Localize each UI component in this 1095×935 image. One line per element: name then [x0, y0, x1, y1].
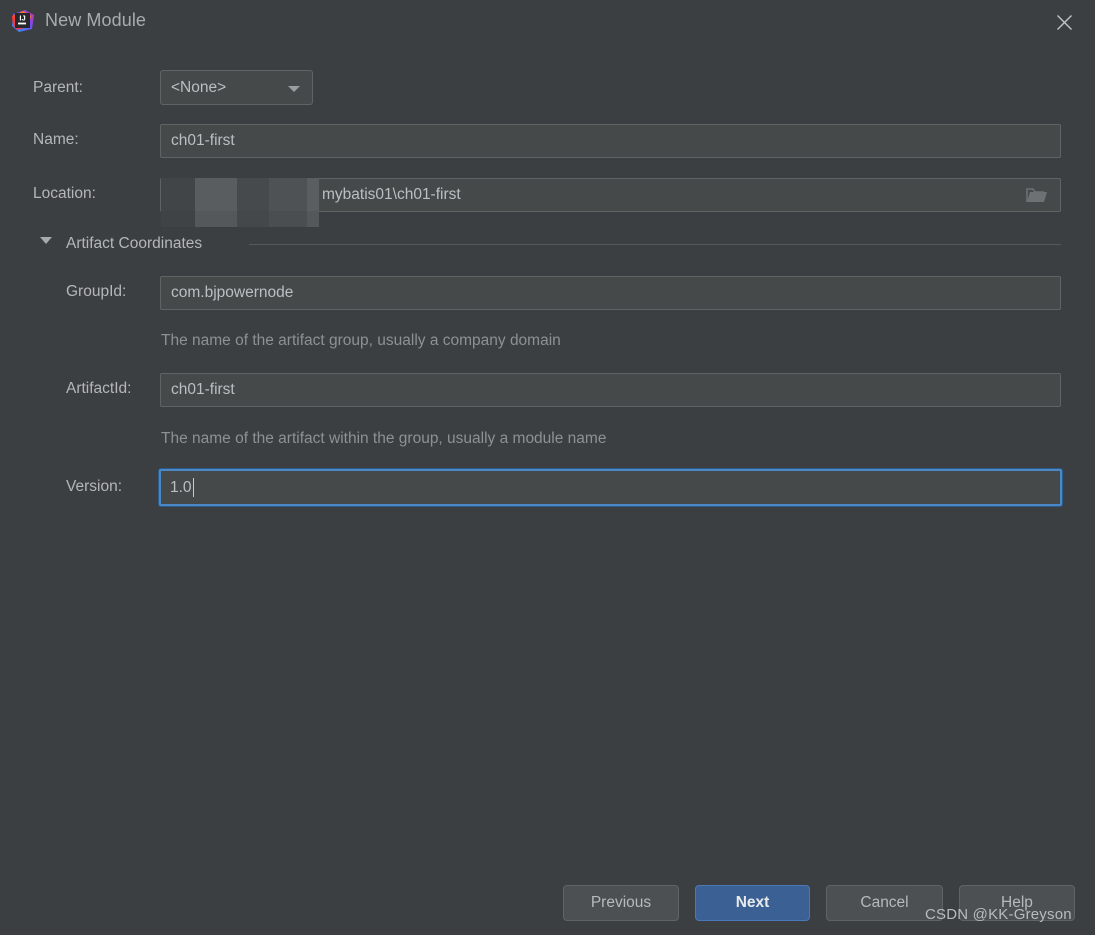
previous-button[interactable]: Previous — [563, 885, 679, 921]
svg-text:IJ: IJ — [19, 13, 25, 22]
groupid-input[interactable]: com.bjpowernode — [160, 276, 1061, 310]
window-title: New Module — [45, 10, 147, 30]
next-button[interactable]: Next — [695, 885, 810, 921]
groupid-hint: The name of the artifact group, usually … — [161, 332, 561, 349]
artifactid-hint: The name of the artifact within the grou… — [161, 430, 607, 447]
version-input[interactable]: 1.0 — [159, 469, 1062, 506]
cancel-button-label: Cancel — [860, 894, 909, 911]
folder-icon[interactable] — [1026, 187, 1048, 209]
groupid-label: GroupId: — [66, 283, 127, 300]
name-input[interactable]: ch01-first — [160, 124, 1061, 158]
parent-select[interactable]: <None> — [160, 70, 313, 105]
close-button[interactable] — [1033, 0, 1095, 44]
location-label: Location: — [33, 185, 96, 202]
artifact-coordinates-title[interactable]: Artifact Coordinates — [66, 235, 202, 253]
parent-label: Parent: — [33, 79, 83, 96]
previous-button-label: Previous — [590, 894, 652, 911]
artifact-coordinates-toggle-icon[interactable] — [40, 237, 52, 244]
close-icon — [1056, 14, 1073, 31]
artifactid-input-value: ch01-first — [171, 381, 235, 398]
section-divider — [249, 244, 1061, 245]
text-cursor — [192, 478, 194, 497]
version-label: Version: — [66, 478, 123, 495]
chevron-down-icon — [288, 85, 300, 92]
artifactid-input[interactable]: ch01-first — [160, 373, 1061, 407]
title-bar: IJ New Module — [0, 0, 1095, 44]
intellij-idea-logo-icon: IJ — [11, 9, 35, 33]
version-input-value: 1.0 — [170, 478, 192, 496]
name-input-value: ch01-first — [171, 132, 235, 149]
watermark: CSDN @KK-Greyson — [925, 906, 1072, 923]
next-button-label: Next — [735, 894, 770, 911]
location-input-value: mybatis01\ch01-first — [322, 186, 461, 203]
name-label: Name: — [33, 131, 79, 148]
artifactid-label: ArtifactId: — [66, 380, 132, 397]
location-path-censor-overlay — [161, 178, 319, 227]
parent-select-value: <None> — [171, 78, 227, 96]
groupid-input-value: com.bjpowernode — [171, 284, 294, 301]
